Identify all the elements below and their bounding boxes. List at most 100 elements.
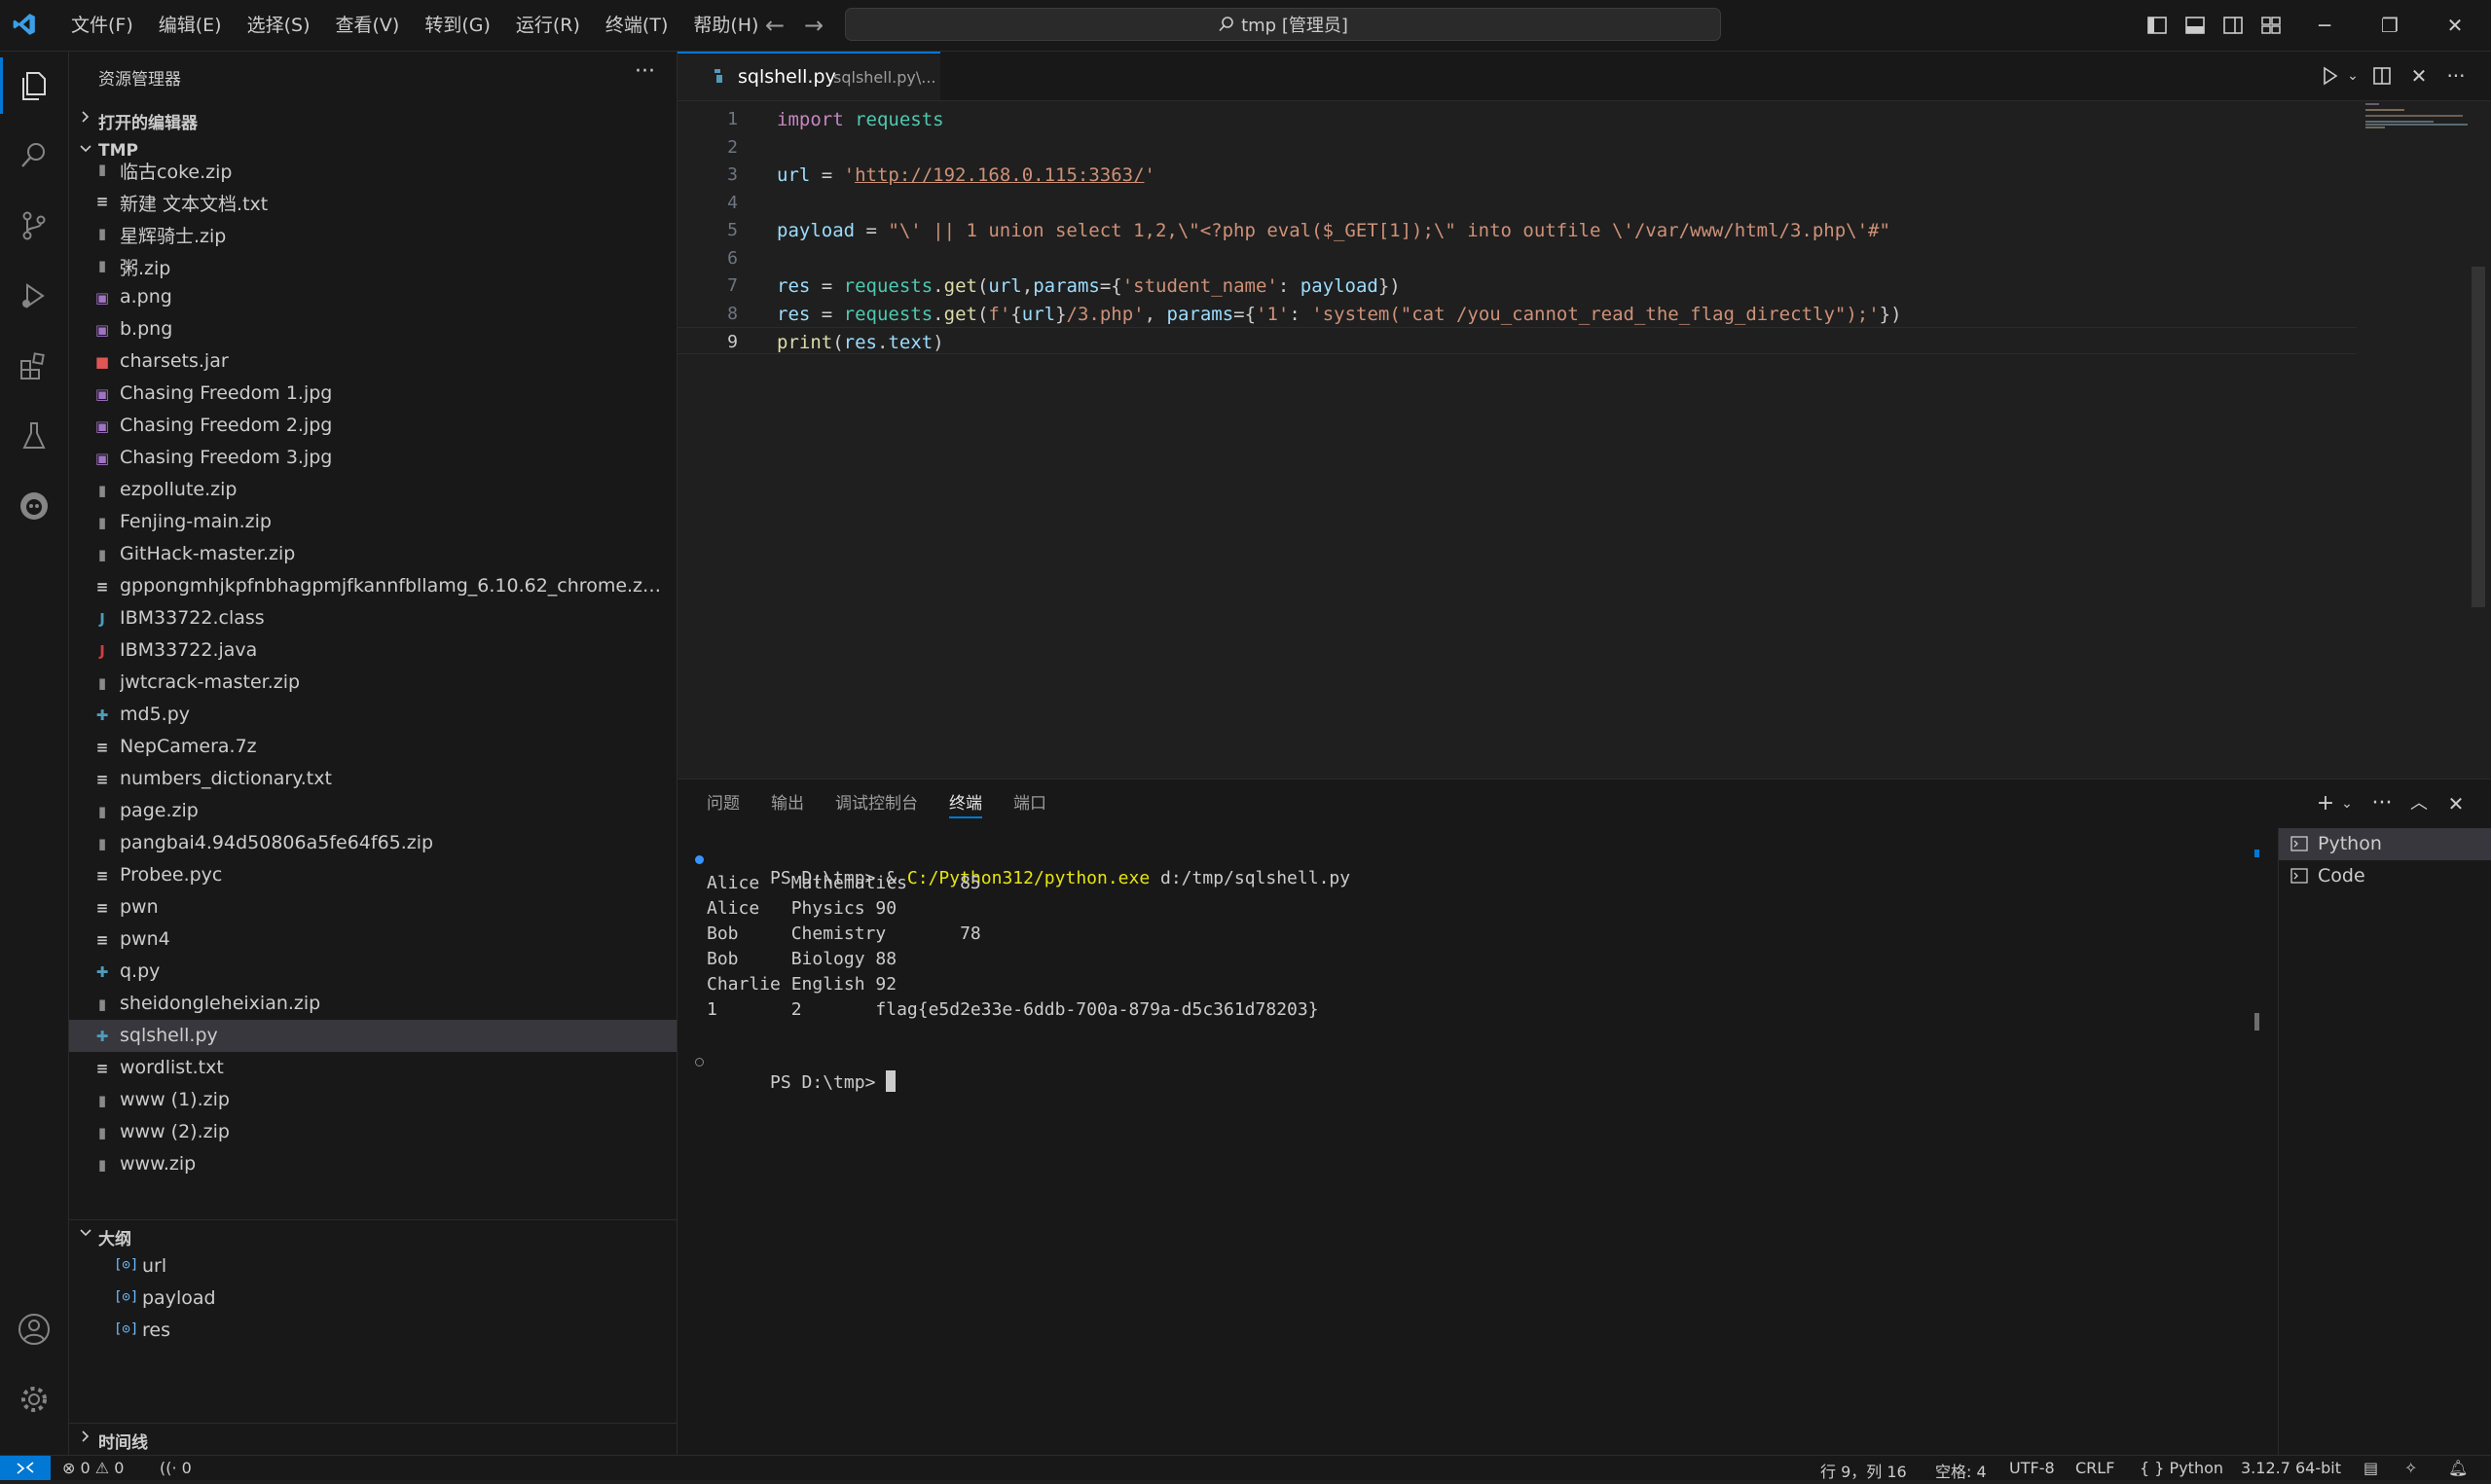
file-item[interactable]: ▮ 粥.zip	[69, 249, 677, 281]
menu-view[interactable]: 查看(V)	[323, 0, 413, 51]
terminal-item-python[interactable]: Python	[2279, 828, 2491, 860]
forward-arrow-icon[interactable]: →	[800, 12, 827, 39]
file-item[interactable]: ▣ b.png	[69, 313, 677, 345]
file-item[interactable]: ■ charsets.jar	[69, 345, 677, 378]
settings-gear-icon[interactable]	[16, 1381, 53, 1418]
maximize-panel-icon[interactable]: ︿	[2406, 791, 2432, 816]
search-view-icon[interactable]	[16, 137, 53, 174]
file-item[interactable]: ≡ pwn4	[69, 923, 677, 956]
command-center-search[interactable]: tmp [管理员]	[845, 8, 1721, 41]
tab-debug-console[interactable]: 调试控制台	[835, 779, 918, 828]
encoding-status[interactable]: UTF-8	[2009, 1459, 2055, 1477]
panel-more-icon[interactable]: ···	[2369, 791, 2395, 816]
tab-sqlshell[interactable]: sqlshell.py sqlshell.py\...	[678, 52, 940, 100]
menu-terminal[interactable]: 终端(T)	[593, 0, 680, 51]
file-item[interactable]: ▮ ezpollute.zip	[69, 474, 677, 506]
open-editors-section[interactable]: 打开的编辑器	[69, 104, 677, 133]
ports-status[interactable]: ((· 0	[160, 1459, 192, 1477]
terminal-output[interactable]: PS D:\tmp> & C:/Python312/python.exe d:/…	[695, 848, 2167, 1393]
file-item[interactable]: ▮ www (2).zip	[69, 1116, 677, 1148]
tab-ports[interactable]: 端口	[1013, 779, 1046, 828]
split-editor-icon[interactable]	[2369, 63, 2395, 89]
terminal-item-code[interactable]: Code	[2279, 860, 2491, 892]
tab-output[interactable]: 输出	[771, 779, 804, 828]
file-item[interactable]: ▮ sheidongleheixian.zip	[69, 988, 677, 1020]
close-window-icon[interactable]: ✕	[2423, 0, 2487, 51]
editor-scrollbar[interactable]	[2472, 267, 2485, 607]
file-item[interactable]: ▮ www (1).zip	[69, 1084, 677, 1116]
menu-file[interactable]: 文件(F)	[58, 0, 146, 51]
file-item[interactable]: J IBM33722.java	[69, 634, 677, 667]
toggle-panel-icon[interactable]	[2181, 12, 2209, 39]
testing-icon[interactable]	[16, 417, 53, 454]
file-item[interactable]: ≡ wordlist.txt	[69, 1052, 677, 1084]
file-item[interactable]: ▣ Chasing Freedom 3.jpg	[69, 442, 677, 474]
toggle-primary-sidebar-icon[interactable]	[2143, 12, 2171, 39]
file-item[interactable]: ≡ NepCamera.7z	[69, 731, 677, 763]
editor-more-icon[interactable]: ···	[2443, 63, 2469, 89]
file-item[interactable]: ▣ Chasing Freedom 1.jpg	[69, 378, 677, 410]
notifications-bell-icon[interactable]: 🔔︎	[2448, 1459, 2468, 1477]
file-item[interactable]: ≡ 新建 文本文档.txt	[69, 185, 677, 217]
file-item[interactable]: ▮ Fenjing-main.zip	[69, 506, 677, 538]
menu-help[interactable]: 帮助(H)	[680, 0, 771, 51]
file-item[interactable]: ▮ www.zip	[69, 1148, 677, 1180]
file-item[interactable]: ▮ 星辉骑士.zip	[69, 217, 677, 249]
run-dropdown-chevron-icon[interactable]: ⌄	[2340, 63, 2365, 89]
menu-edit[interactable]: 编辑(E)	[146, 0, 235, 51]
menu-run[interactable]: 运行(R)	[503, 0, 593, 51]
indentation-status[interactable]: 空格: 4	[1935, 1459, 1987, 1482]
file-item[interactable]: ✚ md5.py	[69, 699, 677, 731]
file-item[interactable]: ≡ numbers_dictionary.txt	[69, 763, 677, 795]
file-item[interactable]: ✚ sqlshell.py	[69, 1020, 677, 1052]
run-debug-icon[interactable]	[16, 277, 53, 314]
file-item[interactable]: ▮ jwtcrack-master.zip	[69, 667, 677, 699]
minimap[interactable]	[2362, 101, 2478, 777]
file-item[interactable]: ≡ pwn	[69, 891, 677, 923]
restore-icon[interactable]: ❐	[2358, 0, 2422, 51]
file-info-icon[interactable]: ▤	[2363, 1459, 2378, 1477]
outline-item[interactable]: [⊙] payload	[69, 1283, 677, 1315]
file-item[interactable]: J IBM33722.class	[69, 602, 677, 634]
menu-selection[interactable]: 选择(S)	[235, 0, 323, 51]
problems-status[interactable]: ⊗ 0 ⚠ 0	[62, 1459, 124, 1477]
cursor-position[interactable]: 行 9，列 16	[1820, 1459, 1907, 1482]
back-arrow-icon[interactable]: ←	[761, 12, 788, 39]
customize-layout-icon[interactable]	[2257, 12, 2285, 39]
minimize-icon[interactable]: ─	[2292, 0, 2357, 51]
outline-section[interactable]: 大纲	[69, 1219, 677, 1249]
copilot-icon[interactable]: ✧	[2404, 1459, 2417, 1477]
file-item[interactable]: ▣ Chasing Freedom 2.jpg	[69, 410, 677, 442]
tab-terminal[interactable]: 终端	[949, 779, 982, 828]
code-editor[interactable]: 1 import requests 2 3 url = 'http://192.168.…	[678, 101, 2491, 777]
file-item[interactable]: ≡ Probee.pyc	[69, 859, 677, 891]
file-item[interactable]: ▣ a.png	[69, 281, 677, 313]
more-actions-icon[interactable]: ···	[635, 59, 655, 84]
terminal-dropdown-chevron-icon[interactable]: ⌄	[2334, 791, 2360, 816]
eol-status[interactable]: CRLF	[2075, 1459, 2114, 1477]
remote-indicator-button[interactable]	[0, 1456, 51, 1480]
remote-explorer-icon[interactable]	[16, 488, 53, 525]
timeline-section[interactable]: 时间线	[69, 1423, 677, 1453]
tab-problems[interactable]: 问题	[707, 779, 740, 828]
language-status[interactable]: { } Python	[2140, 1459, 2223, 1477]
terminal-scrollbar[interactable]	[2254, 1013, 2259, 1031]
file-item[interactable]: ✚ q.py	[69, 956, 677, 988]
toggle-secondary-sidebar-icon[interactable]	[2219, 12, 2247, 39]
file-item[interactable]: ▮ GitHack-master.zip	[69, 538, 677, 570]
source-control-icon[interactable]	[16, 207, 53, 244]
interpreter-status[interactable]: 3.12.7 64-bit	[2241, 1459, 2341, 1477]
accounts-icon[interactable]	[16, 1311, 53, 1348]
outline-item[interactable]: [⊙] res	[69, 1315, 677, 1347]
close-panel-icon[interactable]: ✕	[2443, 791, 2469, 816]
run-file-icon[interactable]	[2317, 63, 2342, 89]
file-item[interactable]: ▮ pangbai4.94d50806a5fe64f65.zip	[69, 827, 677, 859]
menu-go[interactable]: 转到(G)	[412, 0, 503, 51]
extensions-icon[interactable]	[16, 347, 53, 384]
file-item[interactable]: ▮ page.zip	[69, 795, 677, 827]
close-editor-icon[interactable]: ✕	[2406, 63, 2432, 89]
outline-item[interactable]: [⊙] url	[69, 1250, 677, 1283]
explorer-icon[interactable]	[16, 67, 53, 104]
file-item[interactable]: ≡ gppongmhjkpfnbhagpmjfkannfbllamg_6.10.6…	[69, 570, 677, 602]
file-item[interactable]: ▮ 临古coke.zip	[69, 153, 677, 185]
